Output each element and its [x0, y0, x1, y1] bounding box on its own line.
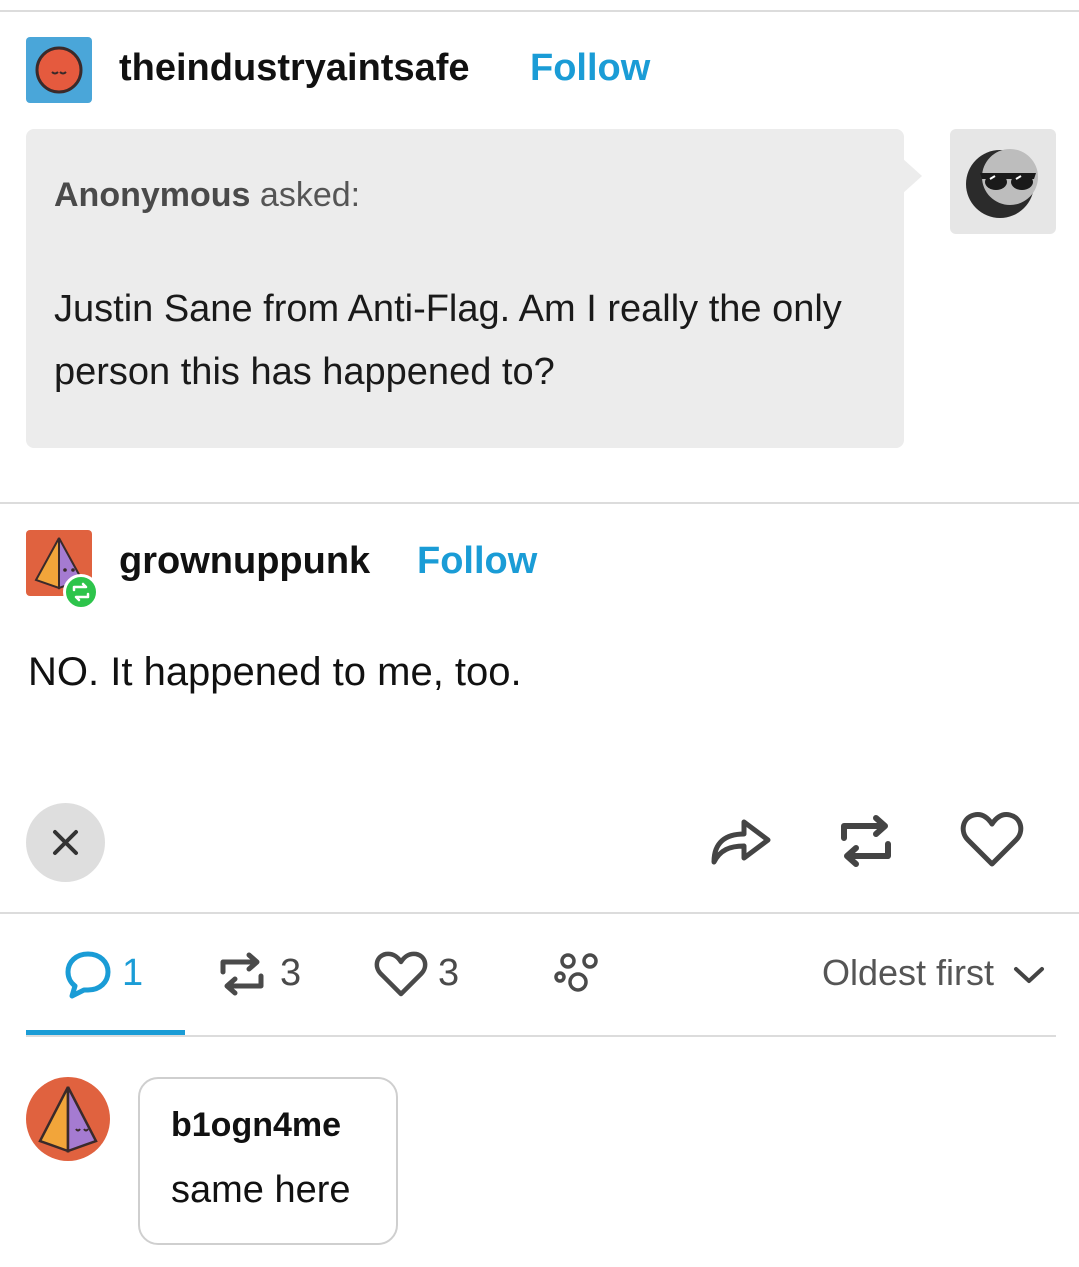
moon-face-icon	[35, 46, 83, 94]
sort-label: Oldest first	[822, 952, 995, 993]
reblog-icon	[220, 952, 264, 996]
sunglasses-moon-icon	[966, 149, 1038, 218]
asker-line: Anonymous asked:	[54, 176, 360, 215]
anonymous-avatar	[950, 129, 1056, 234]
answerer-username[interactable]: grownuppunk	[119, 540, 370, 583]
close-button[interactable]	[26, 803, 105, 882]
replies-count: 1	[122, 952, 144, 994]
comment-username[interactable]: b1ogn4me	[171, 1106, 341, 1145]
heart-icon	[960, 812, 1024, 867]
dots-icon	[554, 953, 598, 992]
notes-divider	[0, 912, 1079, 914]
tab-likes[interactable]: 3	[374, 948, 469, 1000]
reblog-button[interactable]	[836, 812, 896, 870]
comment-bubble	[138, 1077, 398, 1245]
tab-reblogs[interactable]: 3	[216, 948, 311, 1000]
chevron-down-icon	[1014, 967, 1045, 984]
reblog-icon	[841, 815, 891, 867]
asker-name: Anonymous	[54, 176, 251, 214]
sort-dropdown[interactable]: Oldest first	[822, 952, 1046, 994]
comment-text: same here	[171, 1169, 351, 1211]
ask-question: Justin Sane from Anti-Flag. Am I really …	[54, 288, 842, 393]
likes-count: 3	[438, 952, 460, 994]
like-button[interactable]	[960, 810, 1024, 868]
close-icon	[53, 830, 78, 855]
reblogger-avatar[interactable]	[26, 37, 92, 103]
commenter-avatar[interactable]	[26, 1077, 110, 1161]
speech-bubble-icon	[65, 951, 111, 999]
share-button[interactable]	[706, 808, 774, 868]
pyramid-face-icon	[38, 1086, 98, 1153]
ask-bubble-tail	[902, 158, 922, 194]
asked-label: asked:	[259, 176, 361, 214]
reblog-badge-icon	[72, 582, 90, 602]
follow-answerer-button[interactable]: Follow	[417, 540, 537, 583]
tab-community[interactable]	[552, 950, 604, 996]
heart-icon	[374, 951, 428, 997]
top-divider	[0, 10, 1079, 12]
share-icon	[711, 819, 771, 865]
follow-reblogger-button[interactable]: Follow	[530, 47, 650, 90]
reblogs-count: 3	[280, 952, 302, 994]
section-divider	[0, 502, 1079, 504]
tabs-divider	[26, 1035, 1056, 1037]
reblog-badge	[63, 574, 99, 610]
tab-replies[interactable]: 1	[62, 948, 152, 1000]
answer-text: NO. It happened to me, too.	[28, 650, 522, 694]
reblogger-username[interactable]: theindustryaintsafe	[119, 47, 470, 90]
